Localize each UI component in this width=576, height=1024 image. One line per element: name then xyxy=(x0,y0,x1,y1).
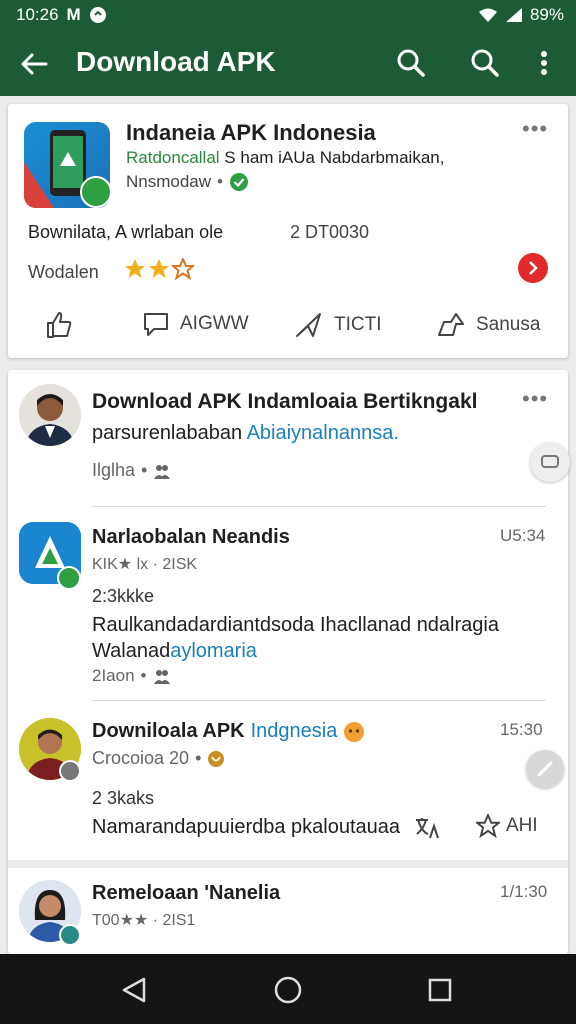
post-body-text: Walanad xyxy=(92,640,171,662)
share-label: Sanusa xyxy=(476,314,541,335)
post-title[interactable]: Download APK Indamloaia Bertikngakl xyxy=(92,390,477,414)
publisher-line: Nnsmodaw • xyxy=(126,172,249,192)
post-body-link[interactable]: aylomaria xyxy=(170,640,257,662)
post-time: 15:30 xyxy=(500,720,543,739)
battery-label: 89% xyxy=(529,5,564,24)
post-divider xyxy=(92,700,546,701)
app-badge-icon xyxy=(59,924,81,946)
react-button[interactable]: AHI xyxy=(476,814,538,838)
thumbs-up-icon xyxy=(47,312,72,338)
edit-icon xyxy=(537,761,553,777)
verified-check-icon xyxy=(230,173,248,191)
comment-icon xyxy=(144,313,168,336)
post-title[interactable]: Remeloaan 'Nanelia xyxy=(92,882,280,905)
rating-label: Wodalen xyxy=(28,262,99,282)
star-outline-icon xyxy=(476,814,500,838)
post-meta-text: 2Iaon xyxy=(92,666,135,685)
floating-edit-button[interactable] xyxy=(526,750,564,788)
send-button[interactable]: TICTI xyxy=(294,310,382,340)
developer-name[interactable]: Ratdoncallal xyxy=(126,148,220,167)
status-bar: 10:26 M 89% xyxy=(0,0,576,30)
app-info-card: Indaneia APK Indonesia ••• Ratdoncallal … xyxy=(8,104,568,358)
post-body-text: parsurenlababan xyxy=(92,422,247,444)
wifi-icon xyxy=(478,8,497,22)
app-name: Indaneia APK Indonesia xyxy=(126,120,376,145)
developer-desc: S ham iAUa Nabdarbmaikan, xyxy=(224,148,445,167)
dot-separator: • xyxy=(140,666,147,685)
app-size: 2 DT0030 xyxy=(290,222,370,242)
app-badge-icon xyxy=(59,760,81,782)
comment-label: AIGWW xyxy=(180,313,249,334)
search-icon[interactable] xyxy=(394,46,428,80)
page-title: Download APK xyxy=(76,46,276,77)
developer-line: Ratdoncallal S ham iAUa Nabdarbmaikan, xyxy=(126,148,444,168)
post-body-line2: Walanadaylomaria xyxy=(92,640,257,663)
post-subline-text: Crocoioa 20 xyxy=(92,748,190,768)
post-divider xyxy=(8,860,568,868)
rating-stars xyxy=(124,258,194,280)
comment-button[interactable]: AIGWW xyxy=(142,310,249,338)
post-subline: T00★★ · 2IS1 xyxy=(92,912,196,929)
translate-icon[interactable] xyxy=(414,816,440,840)
post-title[interactable]: Downiloala APK Indgnesia xyxy=(92,720,365,743)
back-arrow-icon[interactable] xyxy=(18,48,50,80)
share-red-icon[interactable] xyxy=(517,252,549,284)
share-button[interactable]: Sanusa xyxy=(436,310,540,340)
like-button[interactable] xyxy=(44,310,74,340)
post-time: U5:34 xyxy=(500,526,546,545)
dot-separator: • xyxy=(217,172,223,191)
signal-icon xyxy=(505,8,522,22)
nav-back-icon[interactable] xyxy=(120,976,148,1004)
search-icon-secondary[interactable] xyxy=(468,46,502,80)
post-meta: 2Iaon • xyxy=(92,666,171,686)
post-meta: Ilglha • xyxy=(92,460,171,481)
post-body-link[interactable]: Abiaiynalnannsa. xyxy=(247,422,399,444)
post-body: Raulkandadardiantdsoda Ihacllanad ndalra… xyxy=(92,614,499,636)
overflow-menu-icon[interactable] xyxy=(527,46,561,80)
app-badge-icon xyxy=(57,566,81,590)
system-nav-bar xyxy=(0,954,576,1024)
publisher-name: Nnsmodaw xyxy=(126,172,212,191)
post-count: 2:3kkke xyxy=(92,586,155,606)
more-options-icon[interactable]: ••• xyxy=(522,386,548,412)
send-icon xyxy=(296,313,321,337)
nav-recents-icon[interactable] xyxy=(426,976,454,1004)
emoji-icon xyxy=(344,721,365,742)
react-label: AHI xyxy=(506,815,538,836)
status-time: 10:26 xyxy=(16,5,59,24)
post-title[interactable]: Narlaobalan Neandis xyxy=(92,526,290,549)
post-title-text: Downiloala APK xyxy=(92,720,245,742)
post-subline: KIK★ lx · 2ISK xyxy=(92,556,198,573)
more-options-icon[interactable]: ••• xyxy=(522,116,548,142)
post-body: Namarandapuuierdba pkaloutauaa xyxy=(92,816,401,838)
nav-home-icon[interactable] xyxy=(272,974,304,1006)
post-meta-text: Ilglha xyxy=(92,460,136,480)
notification-icon xyxy=(89,7,106,23)
app-description: Bownilata, A wrlaban ole xyxy=(28,222,224,242)
floating-chat-button[interactable] xyxy=(530,442,570,482)
star-icon xyxy=(149,259,169,278)
feed-card: Download APK Indamloaia Bertikngakl ••• … xyxy=(8,370,568,954)
app-badge-icon xyxy=(80,176,112,208)
dot-separator: • xyxy=(195,748,202,768)
group-icon xyxy=(154,464,171,479)
avatar[interactable] xyxy=(19,384,81,446)
post-count: 2 3kaks xyxy=(92,788,155,808)
app-bar: Download APK xyxy=(0,30,576,96)
post-divider xyxy=(92,506,546,507)
send-label: TICTI xyxy=(334,314,382,335)
m-icon: M xyxy=(66,5,81,24)
post-time: 1/1:30 xyxy=(500,882,548,901)
chat-icon xyxy=(541,455,559,468)
post-title-link[interactable]: Indgnesia xyxy=(251,720,338,743)
location-icon xyxy=(208,750,225,767)
post-subline: Crocoioa 20 • xyxy=(92,748,225,769)
star-icon xyxy=(172,258,194,280)
post-body: parsurenlababan Abiaiynalnannsa. xyxy=(92,422,399,445)
star-icon xyxy=(125,259,145,278)
group-icon xyxy=(153,670,170,684)
share-icon xyxy=(438,313,464,336)
dot-separator: • xyxy=(141,460,148,480)
